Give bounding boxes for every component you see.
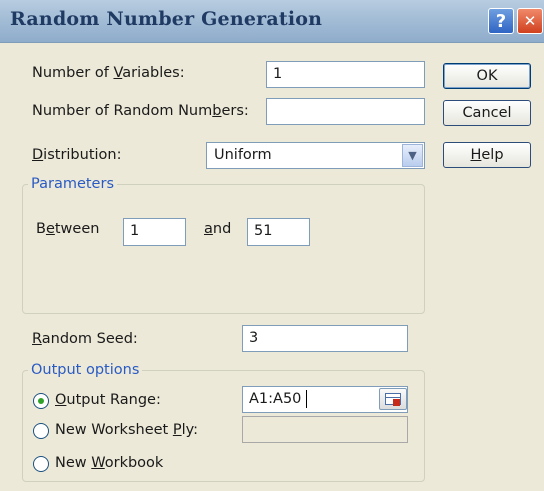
and-input[interactable]: 51: [247, 218, 310, 246]
ok-button[interactable]: OK: [443, 63, 531, 89]
between-input[interactable]: 1: [123, 218, 186, 246]
new-worksheet-ply-label[interactable]: New Worksheet Ply:: [55, 422, 198, 438]
title-bar: Random Number Generation ? ✕: [0, 0, 544, 43]
number-of-variables-input[interactable]: 1: [266, 61, 425, 88]
parameters-group: [22, 184, 425, 314]
output-options-group-title: Output options: [28, 362, 143, 378]
help-button[interactable]: Help: [443, 142, 531, 168]
random-seed-label: Random Seed:: [32, 331, 138, 347]
output-range-value: A1:A50: [249, 391, 302, 407]
close-icon[interactable]: ✕: [517, 8, 543, 34]
distribution-select[interactable]: Uniform ▼: [206, 142, 425, 169]
random-number-generation-dialog: Random Number Generation ? ✕ Number of V…: [0, 0, 544, 491]
cancel-button[interactable]: Cancel: [443, 100, 531, 126]
range-select-icon[interactable]: [379, 388, 407, 410]
number-of-random-numbers-label: Number of Random Numbers:: [32, 103, 249, 119]
distribution-value: Uniform: [214, 147, 272, 163]
number-of-variables-label: Number of Variables:: [32, 65, 185, 81]
new-worksheet-ply-radio[interactable]: [33, 423, 49, 439]
text-caret: [306, 390, 307, 408]
new-worksheet-ply-input[interactable]: [242, 416, 408, 443]
help-icon[interactable]: ?: [488, 8, 514, 34]
new-workbook-radio[interactable]: [33, 456, 49, 472]
distribution-label: Distribution:: [32, 147, 122, 163]
output-range-label[interactable]: Output Range:: [55, 392, 161, 408]
and-label: and: [204, 221, 232, 237]
between-label: Between: [36, 221, 100, 237]
output-range-radio[interactable]: [33, 393, 49, 409]
random-seed-input[interactable]: 3: [242, 325, 408, 352]
dialog-title: Random Number Generation: [10, 8, 323, 30]
chevron-down-icon[interactable]: ▼: [402, 144, 423, 167]
number-of-random-numbers-input[interactable]: [266, 98, 425, 125]
new-workbook-label[interactable]: New Workbook: [55, 455, 163, 471]
parameters-group-title: Parameters: [28, 176, 117, 192]
